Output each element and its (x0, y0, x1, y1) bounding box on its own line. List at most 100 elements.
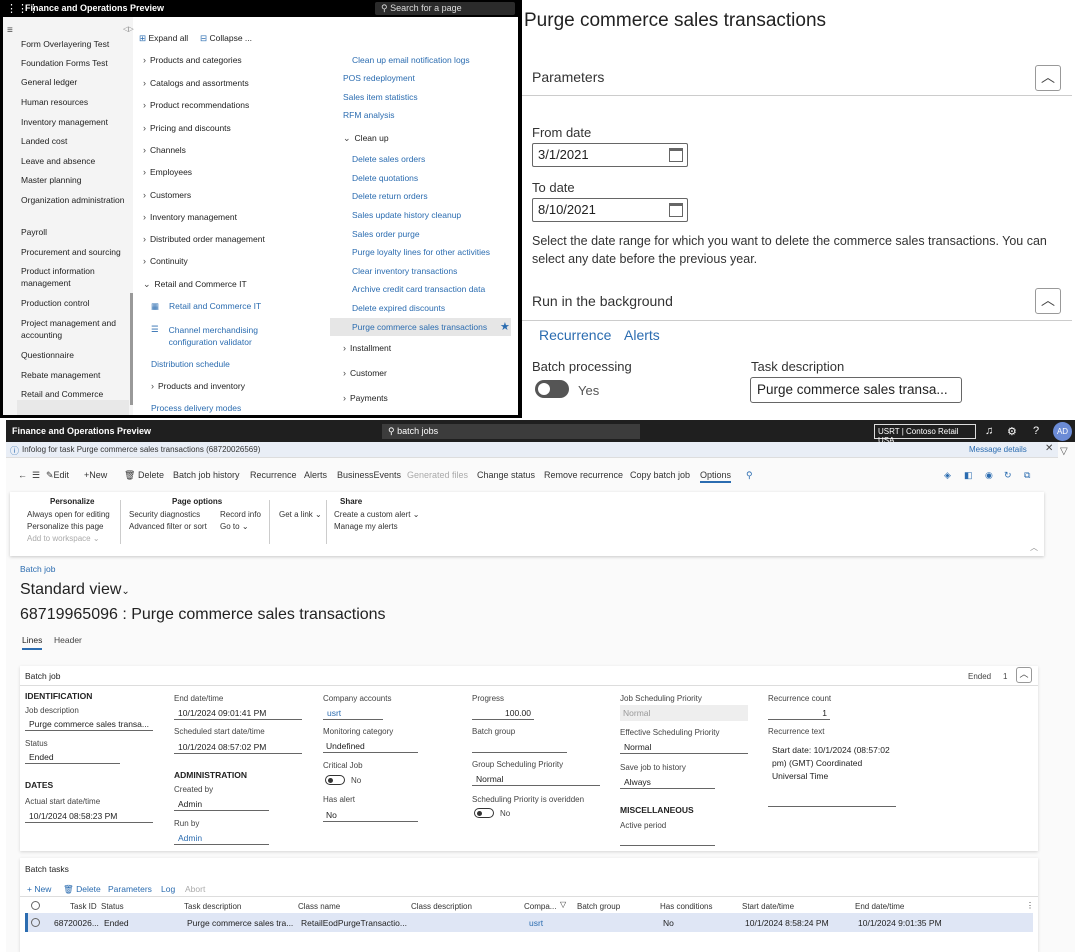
menu-link[interactable]: ▦ Retail and Commerce IT (151, 301, 261, 312)
personalize-page-button[interactable]: Personalize this page (27, 522, 104, 531)
menu-group-expanded[interactable]: ⌄ Clean up (343, 133, 389, 144)
remove-recurrence-button[interactable]: Remove recurrence (544, 470, 623, 480)
monitoring-category-field[interactable]: Undefined (323, 741, 418, 753)
module-item[interactable]: Foundation Forms Test (21, 57, 129, 69)
calendar-icon[interactable] (669, 203, 683, 217)
company-accounts-link[interactable]: usrt (323, 708, 383, 720)
select-all-radio[interactable] (31, 901, 40, 910)
collapse-parameters-button[interactable]: ︿ (1035, 65, 1061, 91)
menu-group[interactable]: › Product recommendations (143, 100, 249, 110)
column-header[interactable]: Start date/time (742, 902, 794, 911)
record-info-button[interactable]: Record info (220, 510, 261, 519)
change-status-button[interactable]: Change status (477, 470, 535, 480)
menu-link[interactable]: Archive credit card transaction data (352, 284, 485, 294)
menu-group-expanded[interactable]: ⌄ Retail and Commerce IT (143, 279, 247, 290)
alerts-button[interactable]: Alerts (304, 470, 327, 480)
run-in-background-header[interactable]: Run in the background (532, 293, 673, 309)
status-field[interactable]: Ended (25, 752, 120, 764)
column-header[interactable]: End date/time (855, 902, 904, 911)
task-delete-button[interactable]: 🗑 Delete (63, 884, 101, 895)
close-icon[interactable]: ✕ (1045, 443, 1053, 454)
parameters-header[interactable]: Parameters (532, 69, 604, 85)
nav-search-input[interactable]: ⚲ Search for a page (375, 2, 515, 15)
recurrence-button[interactable]: Recurrence (250, 470, 297, 480)
created-by-field[interactable]: Admin (174, 799, 269, 811)
module-item[interactable]: Questionnaire (21, 349, 129, 361)
menu-link[interactable]: Clear inventory transactions (352, 266, 457, 276)
add-to-workspace-button[interactable]: Add to workspace ⌄ (27, 534, 100, 543)
expand-all-button[interactable]: ⊞ Expand all (139, 33, 188, 44)
module-item[interactable]: Leave and absence (21, 155, 129, 167)
column-header[interactable]: Task description (184, 902, 241, 911)
menu-group[interactable]: › Installment (343, 343, 391, 353)
module-item-selected[interactable]: Retail and Commerce (21, 388, 129, 400)
task-description-input[interactable]: Purge commerce sales transa... (750, 377, 962, 403)
notification-bell-icon[interactable]: ♫ (985, 425, 993, 437)
module-item[interactable]: Master planning (21, 174, 129, 186)
column-header[interactable]: Compa... (524, 902, 556, 911)
menu-link[interactable]: POS redeployment (343, 73, 415, 83)
attachments-icon[interactable]: ◉ (985, 470, 993, 481)
recurrence-count-field[interactable]: 1 (768, 708, 830, 720)
progress-field[interactable]: 100.00 (472, 708, 534, 720)
module-item[interactable]: Human resources (21, 96, 129, 108)
critical-job-toggle[interactable] (325, 775, 345, 785)
task-abort-button[interactable]: Abort (185, 884, 205, 894)
job-description-field[interactable]: Purge commerce sales transa... (25, 719, 153, 731)
chevron-up-icon[interactable]: ︿ (1030, 542, 1038, 553)
office-icon[interactable]: ◧ (964, 470, 973, 481)
module-item[interactable]: Organization administration (21, 194, 129, 206)
module-item[interactable]: Payroll (21, 226, 129, 238)
collapse-background-button[interactable]: ︿ (1035, 288, 1061, 314)
refresh-icon[interactable]: ↻ (1004, 470, 1012, 481)
menu-group[interactable]: › Customers (143, 190, 191, 200)
tab-options[interactable]: Options (700, 470, 732, 483)
effective-scheduling-field[interactable]: Normal (620, 742, 748, 754)
module-item[interactable]: Production control (21, 297, 129, 309)
module-item[interactable]: General ledger (21, 76, 129, 88)
collapse-pane-icon[interactable]: ◁▷ (123, 25, 134, 33)
from-date-input[interactable]: 3/1/2021 (532, 143, 688, 167)
batch-tasks-title[interactable]: Batch tasks (25, 864, 69, 874)
scheduled-start-field[interactable]: 10/1/2024 08:57:02 PM (174, 742, 302, 754)
actual-start-field[interactable]: 10/1/2024 08:58:23 PM (25, 811, 153, 823)
module-item[interactable]: Landed cost (21, 135, 129, 147)
column-header[interactable]: Class description (411, 902, 472, 911)
search-icon[interactable]: ⚲ (746, 470, 753, 481)
menu-link[interactable]: Sales update history cleanup (352, 210, 461, 220)
group-scheduling-field[interactable]: Normal (472, 774, 600, 786)
menu-link[interactable]: Clean up email notification logs (352, 55, 470, 65)
favorite-star-icon[interactable]: ★ (500, 320, 510, 333)
menu-group[interactable]: › Channels (143, 145, 186, 155)
column-header[interactable]: Task ID (70, 902, 97, 911)
collapse-button[interactable]: ⊟ Collapse ... (200, 33, 252, 44)
settings-gear-icon[interactable]: ⚙ (1007, 425, 1017, 438)
cell-company-link[interactable]: usrt (529, 918, 543, 928)
tab-recurrence[interactable]: Recurrence (539, 327, 611, 343)
module-item[interactable]: Form Overlayering Test (21, 38, 129, 50)
menu-link[interactable]: Delete quotations (352, 173, 418, 183)
menu-icon[interactable]: ☰ (32, 470, 40, 481)
module-item[interactable]: Inventory management (21, 116, 129, 128)
column-header[interactable]: Batch group (577, 902, 620, 911)
active-period-field[interactable] (620, 834, 715, 846)
tab-lines[interactable]: Lines (22, 635, 43, 650)
menu-link[interactable]: Delete sales orders (352, 154, 425, 164)
menu-link[interactable]: RFM analysis (343, 110, 394, 120)
generated-files-button[interactable]: Generated files (407, 470, 468, 480)
batch-search-input[interactable]: ⚲ batch jobs (382, 424, 640, 439)
create-alert-button[interactable]: Create a custom alert ⌄ (334, 510, 419, 519)
to-date-input[interactable]: 8/10/2021 (532, 198, 688, 222)
manage-alerts-button[interactable]: Manage my alerts (334, 522, 398, 531)
advanced-filter-button[interactable]: Advanced filter or sort (129, 522, 207, 531)
new-button[interactable]: +New (84, 470, 107, 480)
run-by-link[interactable]: Admin (174, 833, 269, 845)
save-history-field[interactable]: Always (620, 777, 715, 789)
menu-link[interactable]: ☰ Channel merchandising configuration val… (151, 324, 269, 348)
sched-overridden-toggle[interactable] (474, 808, 494, 818)
menu-link[interactable]: Process delivery modes (151, 403, 241, 413)
hamburger-icon[interactable]: ≡ (7, 25, 13, 36)
filter-icon[interactable]: ▽ (1060, 446, 1068, 457)
menu-link[interactable]: Sales order purge (352, 229, 420, 239)
section-title[interactable]: Batch job (25, 671, 60, 681)
